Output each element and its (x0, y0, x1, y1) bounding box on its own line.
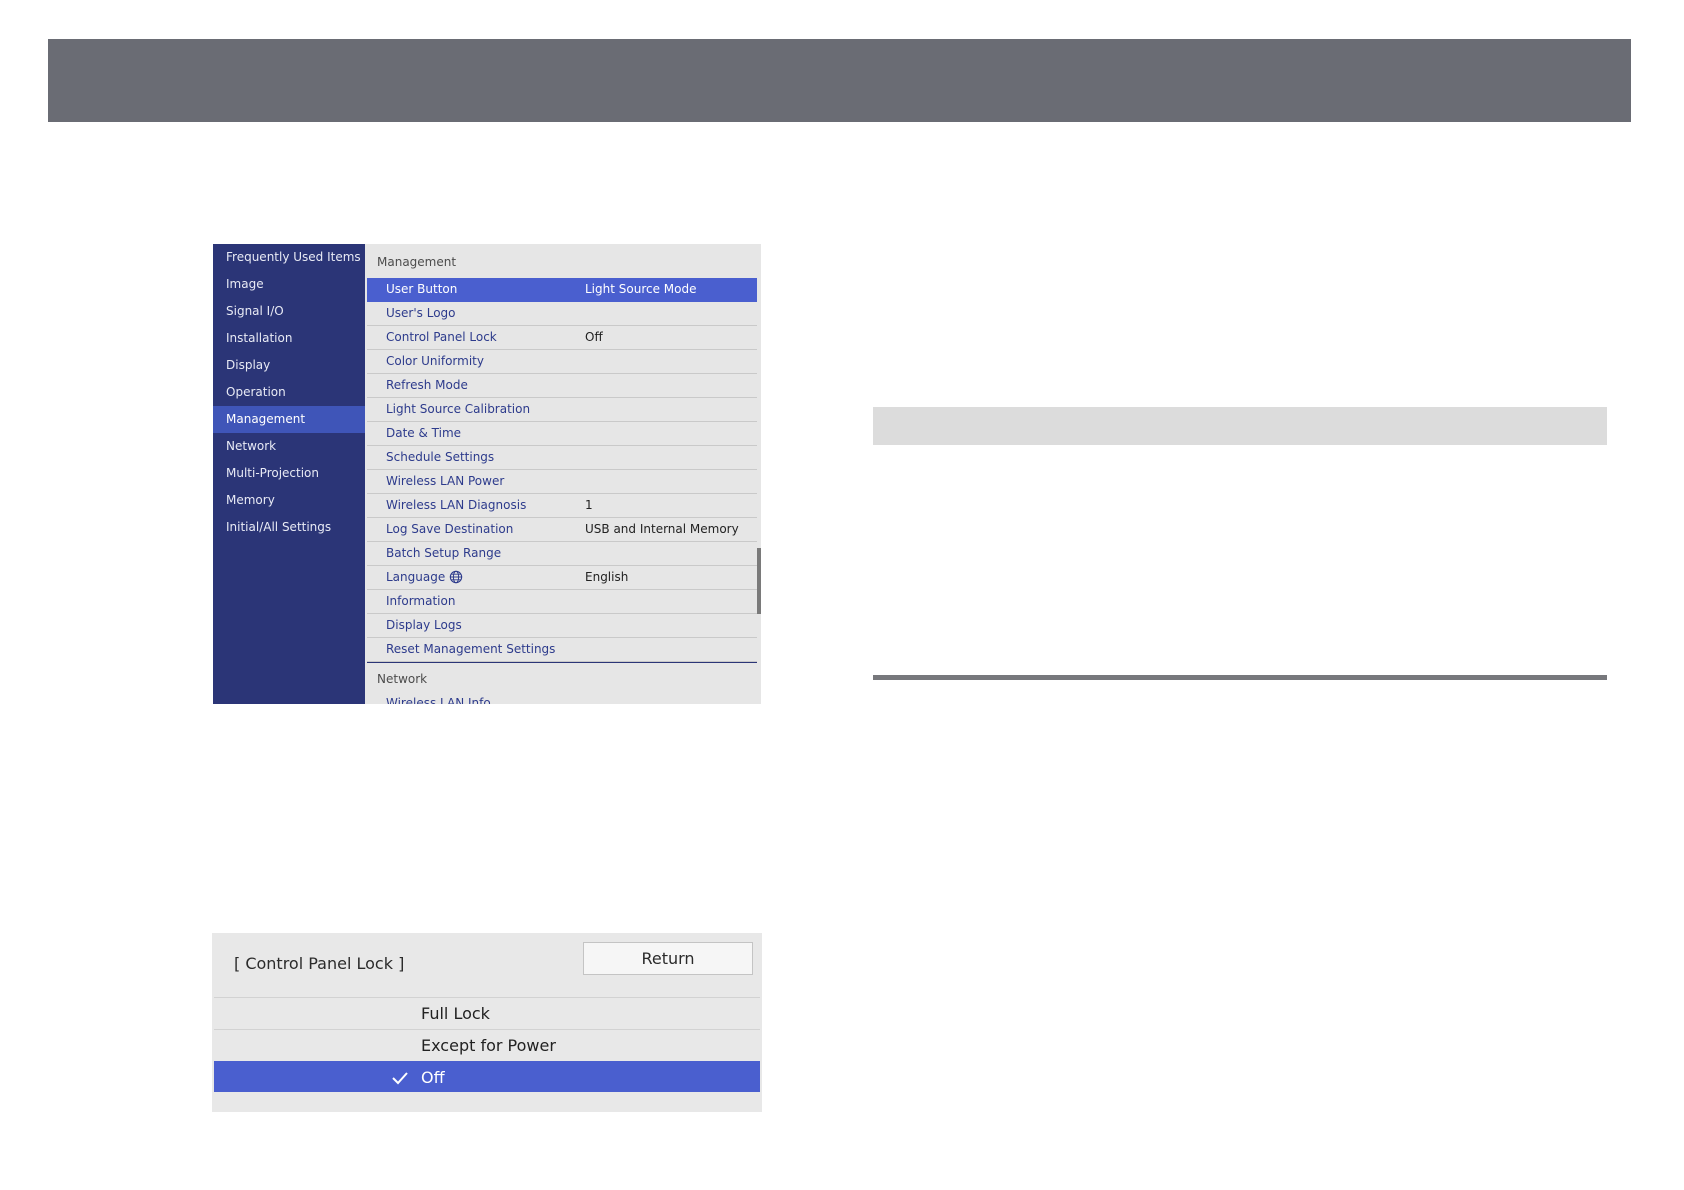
menu-row-label: Language (386, 570, 446, 584)
menu-row-label: Wireless LAN Diagnosis (386, 498, 527, 512)
sidebar-item-image[interactable]: Image (213, 271, 365, 298)
page-header-bar (48, 39, 1631, 122)
menu-row-users-logo[interactable]: User's Logo (367, 302, 757, 326)
menu-row-wireless-lan-diagnosis[interactable]: Wireless LAN Diagnosis 1 (367, 494, 757, 518)
option-except-for-power[interactable]: Except for Power (214, 1029, 760, 1060)
menu-row-label: Display Logs (386, 618, 462, 632)
menu-row-label: Wireless LAN Power (386, 474, 505, 488)
option-label: Except for Power (421, 1036, 556, 1055)
sidebar-item-initial-all-settings[interactable]: Initial/All Settings (213, 514, 365, 541)
right-gray-band (873, 407, 1607, 445)
menu-content-panel: Management User Button Light Source Mode… (365, 244, 761, 704)
option-label: Full Lock (421, 1004, 490, 1023)
menu-row-value: USB and Internal Memory (585, 522, 739, 536)
menu-row-label: Control Panel Lock (386, 330, 497, 344)
section-header-management: Management (377, 255, 457, 269)
menu-row-label-with-icon: Language (386, 566, 463, 589)
menu-row-reset-management-settings[interactable]: Reset Management Settings (367, 638, 757, 662)
menu-row-schedule-settings[interactable]: Schedule Settings (367, 446, 757, 470)
sidebar-item-signal-io[interactable]: Signal I/O (213, 298, 365, 325)
option-label: Off (421, 1068, 445, 1087)
menu-row-label: User's Logo (386, 306, 456, 320)
menu-row-label: Refresh Mode (386, 378, 468, 392)
option-full-lock[interactable]: Full Lock (214, 997, 760, 1028)
menu-row-display-logs[interactable]: Display Logs (367, 614, 757, 638)
sidebar-item-frequently-used-items[interactable]: Frequently Used Items (213, 244, 365, 271)
sidebar-item-multi-projection[interactable]: Multi-Projection (213, 460, 365, 487)
menu-row-label: Log Save Destination (386, 522, 514, 536)
sidebar-item-memory[interactable]: Memory (213, 487, 365, 514)
menu-row-label: User Button (386, 282, 458, 296)
option-off[interactable]: Off (214, 1061, 760, 1092)
menu-row-label: Reset Management Settings (386, 642, 556, 656)
menu-row-information[interactable]: Information (367, 590, 757, 614)
section-header-network: Network (377, 672, 428, 686)
sidebar-item-installation[interactable]: Installation (213, 325, 365, 352)
globe-icon (450, 570, 463, 584)
right-horizontal-rule (873, 675, 1607, 680)
checkmark-icon (392, 1072, 408, 1085)
sidebar-item-display[interactable]: Display (213, 352, 365, 379)
sidebar-item-operation[interactable]: Operation (213, 379, 365, 406)
menu-row-label: Schedule Settings (386, 450, 495, 464)
menu-scrollbar[interactable] (757, 548, 761, 614)
menu-row-label: Information (386, 594, 456, 608)
sidebar-item-network[interactable]: Network (213, 433, 365, 460)
menu-row-label: Light Source Calibration (386, 402, 531, 416)
dialog-title: [ Control Panel Lock ] (234, 954, 405, 973)
menu-row-color-uniformity[interactable]: Color Uniformity (367, 350, 757, 374)
menu-row-value: Light Source Mode (585, 282, 697, 296)
control-panel-lock-dialog: [ Control Panel Lock ] Return Full Lock … (212, 933, 762, 1112)
menu-row-batch-setup-range[interactable]: Batch Setup Range (367, 542, 757, 566)
menu-row-value: English (585, 570, 629, 584)
menu-row-label: Date & Time (386, 426, 462, 440)
menu-row-control-panel-lock[interactable]: Control Panel Lock Off (367, 326, 757, 350)
menu-row-user-button[interactable]: User Button Light Source Mode (367, 278, 757, 302)
menu-row-label: Batch Setup Range (386, 546, 502, 560)
menu-row-label: Color Uniformity (386, 354, 484, 368)
sidebar-item-management[interactable]: Management (213, 406, 365, 433)
menu-row-log-save-destination[interactable]: Log Save Destination USB and Internal Me… (367, 518, 757, 542)
menu-row-date-time[interactable]: Date & Time (367, 422, 757, 446)
projector-menu-screenshot: Frequently Used Items Image Signal I/O I… (213, 244, 761, 704)
menu-row-language[interactable]: Language English (367, 566, 757, 590)
menu-row-wireless-lan-power[interactable]: Wireless LAN Power (367, 470, 757, 494)
menu-row-value: 1 (585, 498, 593, 512)
menu-row-light-source-calibration[interactable]: Light Source Calibration (367, 398, 757, 422)
menu-sidebar: Frequently Used Items Image Signal I/O I… (213, 244, 365, 704)
return-button[interactable]: Return (583, 942, 753, 975)
menu-row-refresh-mode[interactable]: Refresh Mode (367, 374, 757, 398)
menu-row-cut-off[interactable]: Wireless LAN Info (386, 696, 491, 704)
menu-row-value: Off (585, 330, 603, 344)
